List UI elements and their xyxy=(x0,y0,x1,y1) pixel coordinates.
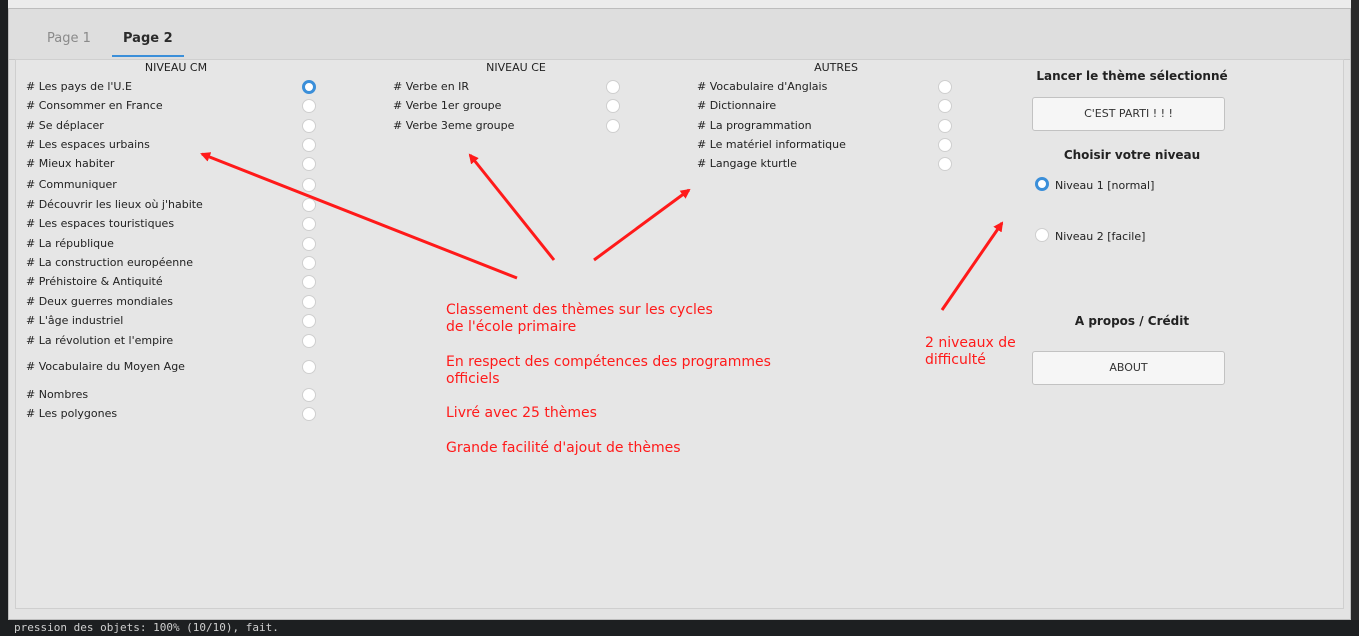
active-tab-indicator xyxy=(112,55,184,57)
arrow-to-cm-list xyxy=(200,152,518,280)
tab-page-2-panel: NIVEAU CM NIVEAU CE AUTRES # Les pays de… xyxy=(15,59,1344,609)
annotation-arrows xyxy=(200,152,1004,311)
window-titlebar xyxy=(8,0,1351,8)
application-window: Page 1 Page 2 NIVEAU CM NIVEAU CE AUTRES… xyxy=(8,8,1351,620)
terminal-output-line: pression des objets: 100% (10/10), fait. xyxy=(8,620,1359,636)
tab-bar: Page 1 Page 2 xyxy=(9,9,1350,60)
tab-page-1[interactable]: Page 1 xyxy=(47,31,91,46)
arrow-to-levels xyxy=(940,221,1004,311)
arrow-to-autres-list xyxy=(593,188,691,262)
terminal-background xyxy=(0,0,8,636)
arrow-to-ce-list xyxy=(468,153,556,261)
tab-page-2[interactable]: Page 2 xyxy=(123,31,173,46)
